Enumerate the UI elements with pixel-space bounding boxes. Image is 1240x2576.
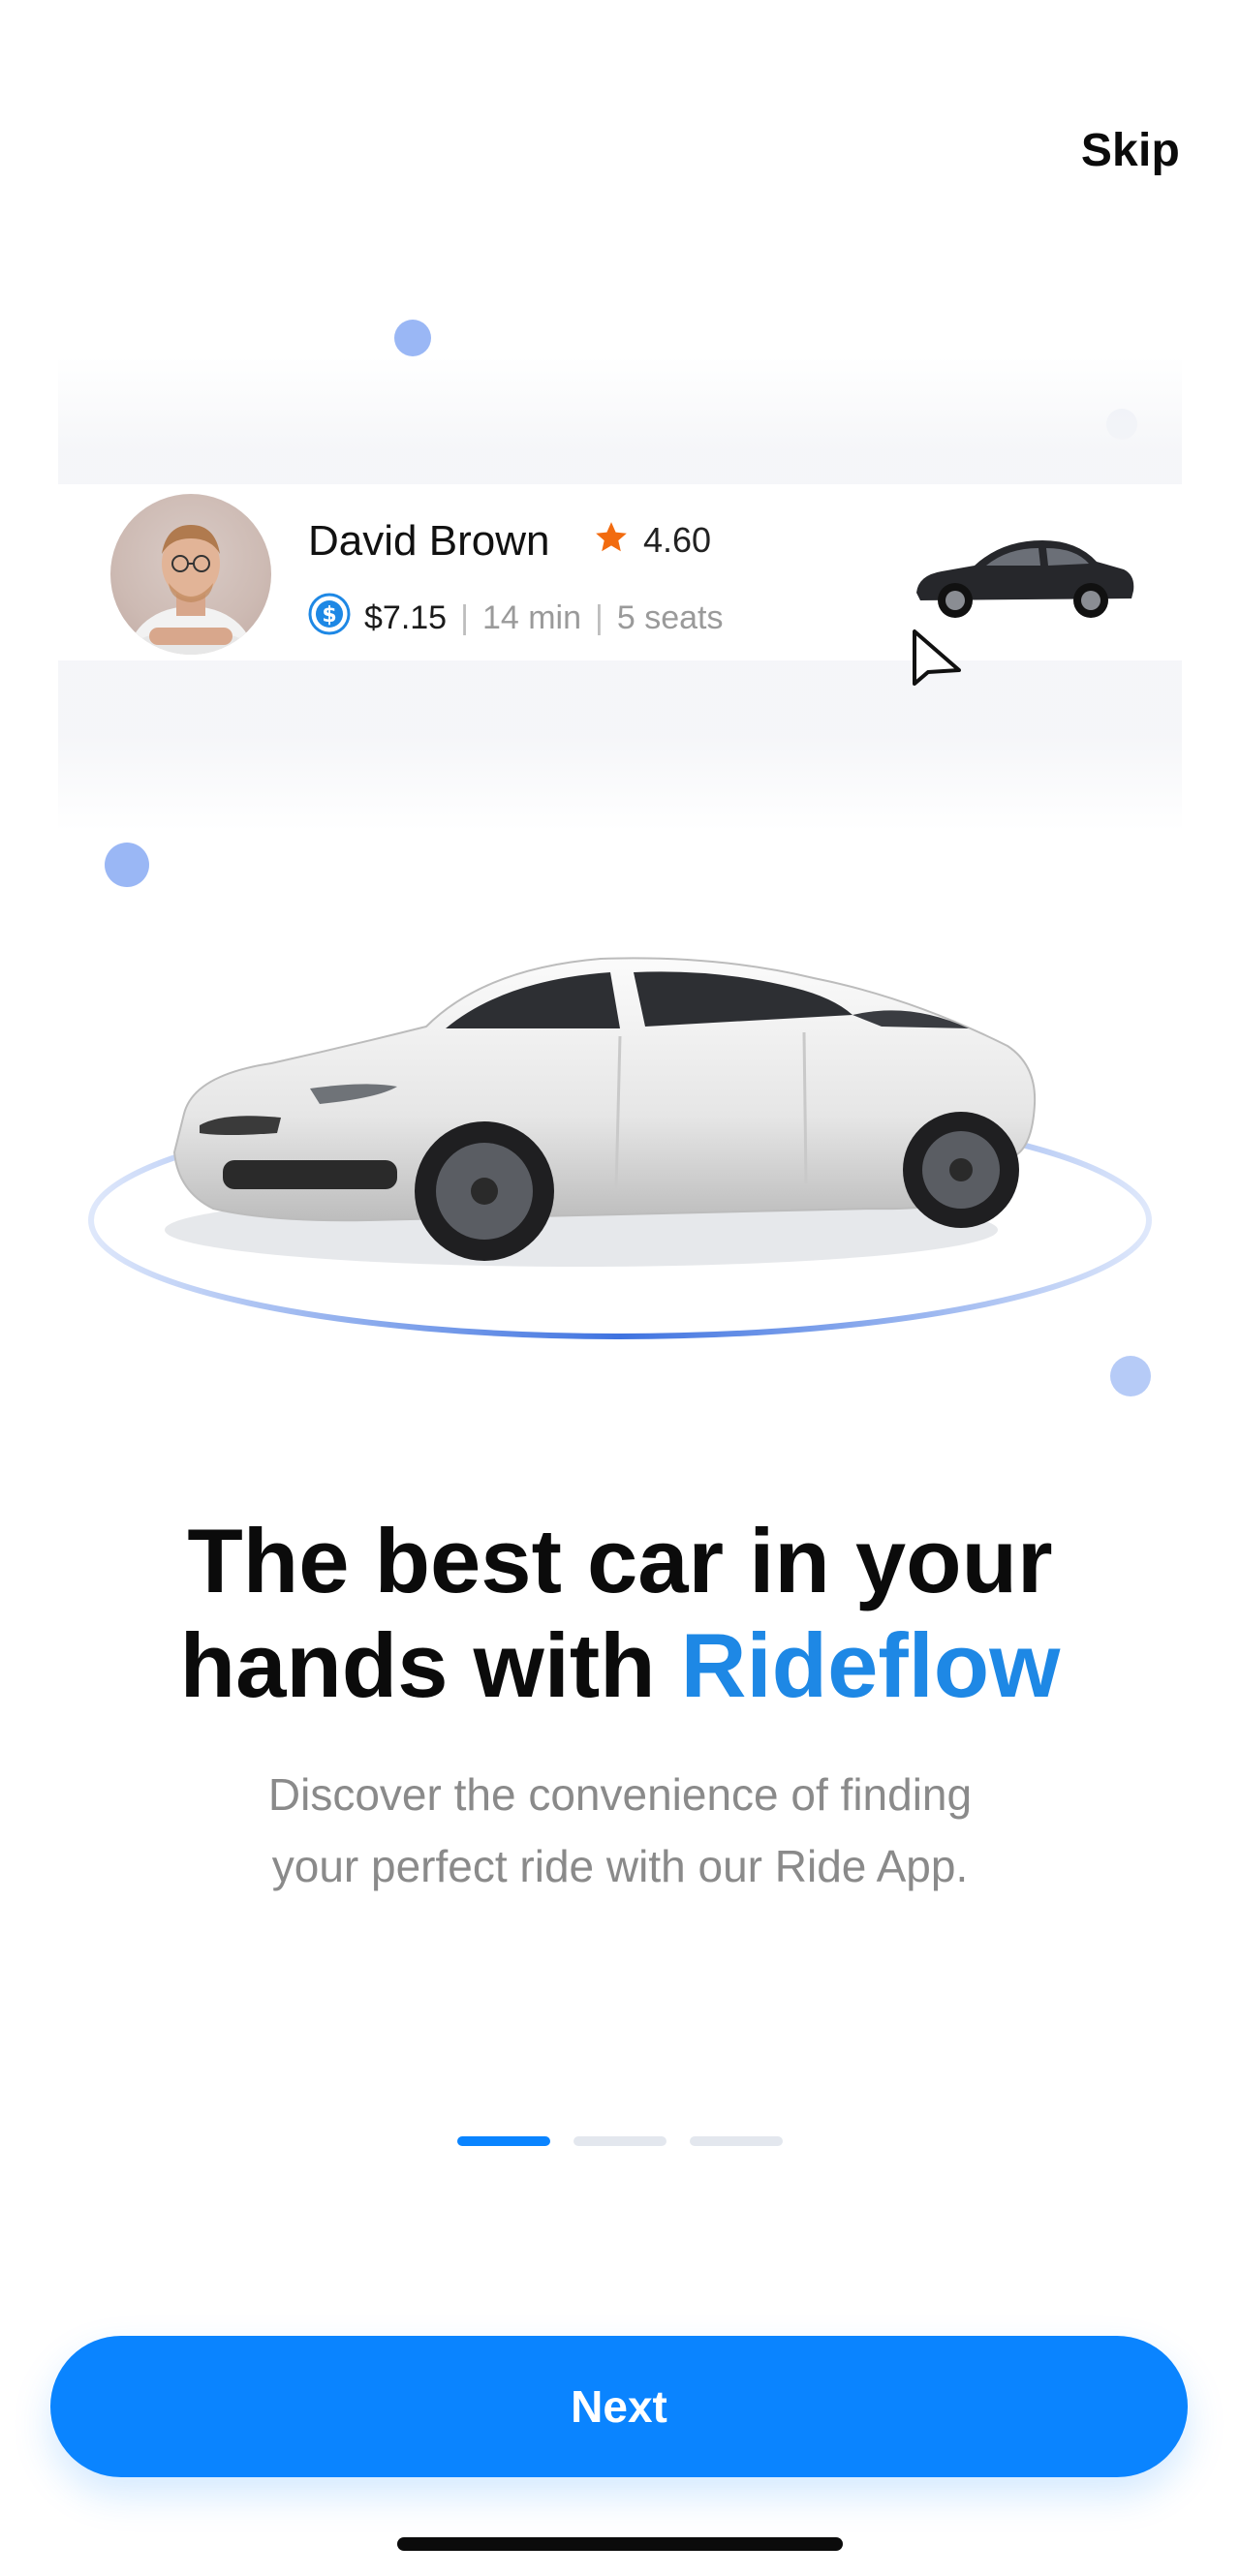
driver-name: David Brown — [308, 517, 550, 565]
skip-button[interactable]: Skip — [1081, 124, 1180, 177]
next-button[interactable]: Next — [50, 2336, 1188, 2477]
car-thumbnail — [907, 527, 1139, 629]
driver-avatar — [110, 494, 271, 655]
driver-card[interactable]: David Brown 4.60 $ $7.15 | 14 min | 5 se… — [58, 484, 1182, 660]
onboarding-subtitle: Discover the convenience of finding your… — [0, 1759, 1240, 1902]
mouse-pointer-icon — [911, 628, 965, 698]
page-indicator-2[interactable] — [574, 2136, 666, 2146]
headline-line-2: hands with Rideflow — [0, 1613, 1240, 1718]
onboarding-headline: The best car in your hands with Rideflow — [0, 1509, 1240, 1718]
separator: | — [595, 599, 604, 636]
home-indicator — [397, 2537, 843, 2551]
ride-duration: 14 min — [481, 599, 581, 636]
rating-value: 4.60 — [643, 519, 712, 560]
page-indicator — [457, 2136, 783, 2146]
subtitle-line-1: Discover the convenience of finding — [267, 1769, 973, 1820]
separator: | — [460, 599, 469, 636]
ride-seats: 5 seats — [616, 599, 724, 636]
headline-line-1: The best car in your — [187, 1510, 1053, 1611]
subtitle-line-2: your perfect ride with our Ride App. — [271, 1841, 969, 1891]
decorative-dot — [105, 843, 149, 887]
brand-name: Rideflow — [680, 1614, 1061, 1716]
decorative-dot — [394, 320, 431, 356]
ride-price: $7.15 — [364, 599, 448, 636]
star-icon — [593, 519, 630, 561]
svg-text:$: $ — [322, 603, 336, 628]
page-indicator-1[interactable] — [457, 2136, 550, 2146]
ride-details: $ $7.15 | 14 min | 5 seats — [308, 593, 723, 644]
hero-car-illustration — [78, 901, 1162, 1370]
dollar-icon: $ — [308, 593, 351, 644]
driver-rating: 4.60 — [593, 519, 711, 561]
page-indicator-3[interactable] — [690, 2136, 783, 2146]
headline-text: hands with — [179, 1614, 681, 1716]
